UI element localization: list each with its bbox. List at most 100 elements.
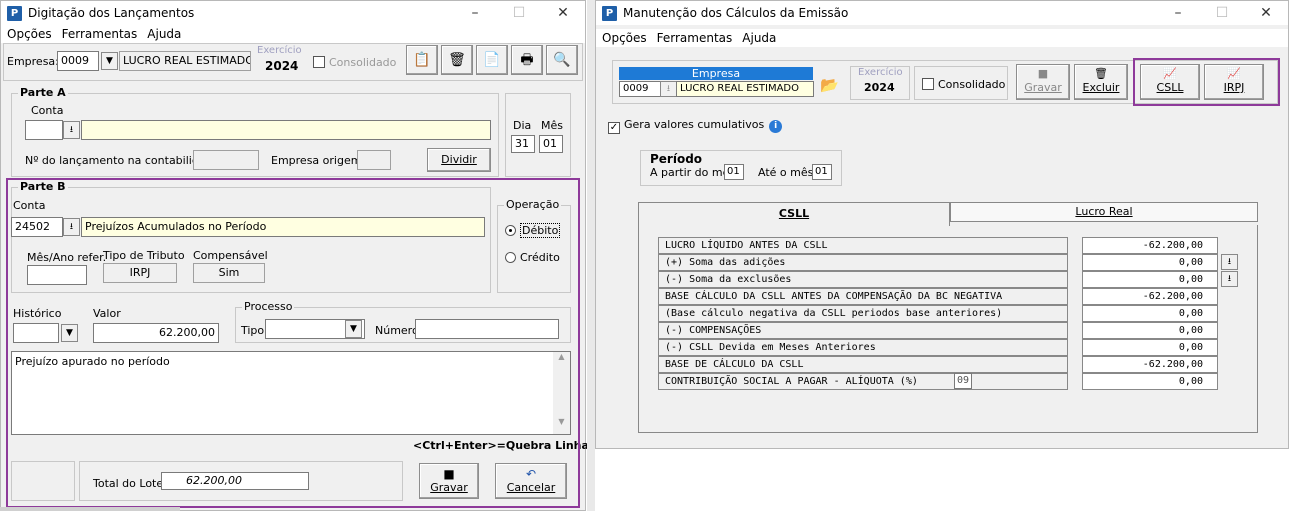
tab-csll[interactable]: CSLL [638,202,950,226]
preview-button[interactable]: 🔍 [546,45,578,75]
right-titlebar: P Manutenção dos Cálculos da Emissão – ☐… [596,1,1288,25]
tab-lucro-real[interactable]: Lucro Real [950,202,1258,222]
empresa-header: Empresa [619,67,813,80]
exercicio-label: Exercício [257,45,302,56]
right-consolidado-check-icon [922,78,934,90]
row-value-0: -62.200,00 [1082,237,1218,254]
right-empresa-code[interactable]: 0009 [619,81,661,97]
right-empresa-name: LUCRO REAL ESTIMADO [676,81,814,97]
trash-icon: 🗑 [1094,67,1108,80]
right-exercicio-label: Exercício [858,67,903,78]
right-menubar: Opções Ferramentas Ajuda [596,29,1288,47]
tool-button-1[interactable]: 📋 [406,45,438,75]
row-value-8: 0,00 [1082,373,1218,390]
right-exercicio-value: 2024 [864,81,895,94]
maximize-icon[interactable]: ☐ [497,5,541,21]
mes-field[interactable]: 01 [539,135,563,153]
left-titlebar: P Digitação dos Lançamentos – ☐ ✕ [1,1,585,25]
empresa-name-field: LUCRO REAL ESTIMADO [119,51,251,71]
close-icon[interactable]: ✕ [541,5,585,21]
empresa-origem-field[interactable] [357,150,391,170]
right-save-icon: ■ [1037,67,1049,80]
consolidado-label: Consolidado [329,56,397,69]
periodo-title: Período [650,152,703,166]
right-gravar-button[interactable]: ■ Gravar [1016,64,1070,100]
minimize-icon[interactable]: – [453,5,497,21]
row-label-5: (-) COMPENSAÇÕES [658,322,1068,339]
exclusoes-detail-button[interactable]: ⭳ [1221,271,1238,287]
row-value-1[interactable]: 0,00 [1082,254,1218,271]
row-label-2: (-) Soma da exclusões [658,271,1068,288]
row-value-4: 0,00 [1082,305,1218,322]
tool-button-3[interactable]: 📄 [476,45,508,75]
parte-a-conta-label: Conta [31,104,64,117]
tool-button-2[interactable]: 🗑 [441,45,473,75]
consolidado-check-icon [313,56,325,68]
maximize-icon[interactable]: ☐ [1200,5,1244,21]
row-label-1: (+) Soma das adições [658,254,1068,271]
empresa-dropdown-button[interactable]: ▼ [101,52,118,70]
right-gravar-label: Gravar [1024,81,1062,94]
left-window: P Digitação dos Lançamentos – ☐ ✕ Opções… [0,0,589,511]
right-consolidado-checkbox[interactable]: Consolidado [922,78,1005,91]
consolidado-checkbox[interactable]: Consolidado [313,56,396,69]
row-label-7: BASE DE CÁLCULO DA CSLL [658,356,1068,373]
empresa-code-field[interactable]: 0009 [57,51,99,71]
parte-a-conta-desc[interactable] [81,120,491,140]
menu-opcoes[interactable]: Opções [7,27,52,41]
right-excluir-button[interactable]: 🗑 Excluir [1074,64,1128,100]
info-icon[interactable]: i [769,120,783,133]
row-value-5: 0,00 [1082,322,1218,339]
gera-valores-label: Gera valores cumulativos [624,118,765,131]
parte-a-title: Parte A [18,86,68,99]
left-menubar: Opções Ferramentas Ajuda [1,25,585,43]
menu-ferramentas[interactable]: Ferramentas [657,31,733,45]
row-label-6: (-) CSLL Devida em Meses Anteriores [658,339,1068,356]
a-partir-field[interactable]: 01 [724,164,744,180]
folder-open-icon[interactable]: 📂 [820,76,839,94]
row-value-2[interactable]: 0,00 [1082,271,1218,288]
row-label-4: (Base cálculo negativa da CSLL periodos … [658,305,1068,322]
ate-field[interactable]: 01 [812,164,832,180]
app-icon: P [602,5,617,21]
dia-label: Dia [513,119,532,132]
menu-ajuda[interactable]: Ajuda [742,31,776,45]
row-value-3: -62.200,00 [1082,288,1218,305]
gera-check-icon: ✓ [608,122,620,134]
row-label-3: BASE CÁLCULO DA CSLL ANTES DA COMPENSAÇÃ… [658,288,1068,305]
print-button[interactable]: 🖶 [511,45,543,75]
close-icon[interactable]: ✕ [1244,5,1288,21]
mes-label: Mês [541,119,563,132]
empresa-origem-label: Empresa origem: [271,154,366,167]
aliquota-field[interactable]: 09 [954,373,972,389]
adicoes-detail-button[interactable]: ⭳ [1221,254,1238,270]
right-empresa-lookup[interactable]: ⭳ [660,81,677,97]
window-gap [587,0,595,511]
right-excluir-label: Excluir [1082,81,1120,94]
row-value-7: -62.200,00 [1082,356,1218,373]
a-partir-label: A partir do mês [650,166,736,179]
ate-label: Até o mês [758,166,814,179]
lancamento-field[interactable] [193,150,259,170]
tab-panel-topline [950,221,1258,222]
app-icon: P [7,5,22,21]
parte-a-conta-code[interactable] [25,120,63,140]
row-label-8: CONTRIBUIÇÃO SOCIAL A PAGAR - ALÍQUOTA (… [658,373,1068,390]
parte-a-conta-lookup[interactable]: ⭳ [63,121,80,139]
right-window-title: Manutenção dos Cálculos da Emissão [623,6,849,20]
left-status-strip [0,507,180,511]
menu-ferramentas[interactable]: Ferramentas [62,27,138,41]
menu-opcoes[interactable]: Opções [602,31,647,45]
dividir-button[interactable]: Dividir [427,148,491,172]
dia-field[interactable]: 31 [511,135,535,153]
gera-valores-checkbox[interactable]: ✓ Gera valores cumulativos i [608,118,783,134]
exercicio-value: 2024 [265,59,299,73]
empresa-label: Empresa: [7,55,59,68]
csll-irpj-highlight [1133,58,1280,106]
row-label-0: LUCRO LÍQUIDO ANTES DA CSLL [658,237,1068,254]
minimize-icon[interactable]: – [1156,5,1200,21]
parte-b-highlight [6,178,580,508]
left-window-title: Digitação dos Lançamentos [28,6,195,20]
menu-ajuda[interactable]: Ajuda [147,27,181,41]
right-consolidado-label: Consolidado [938,78,1006,91]
